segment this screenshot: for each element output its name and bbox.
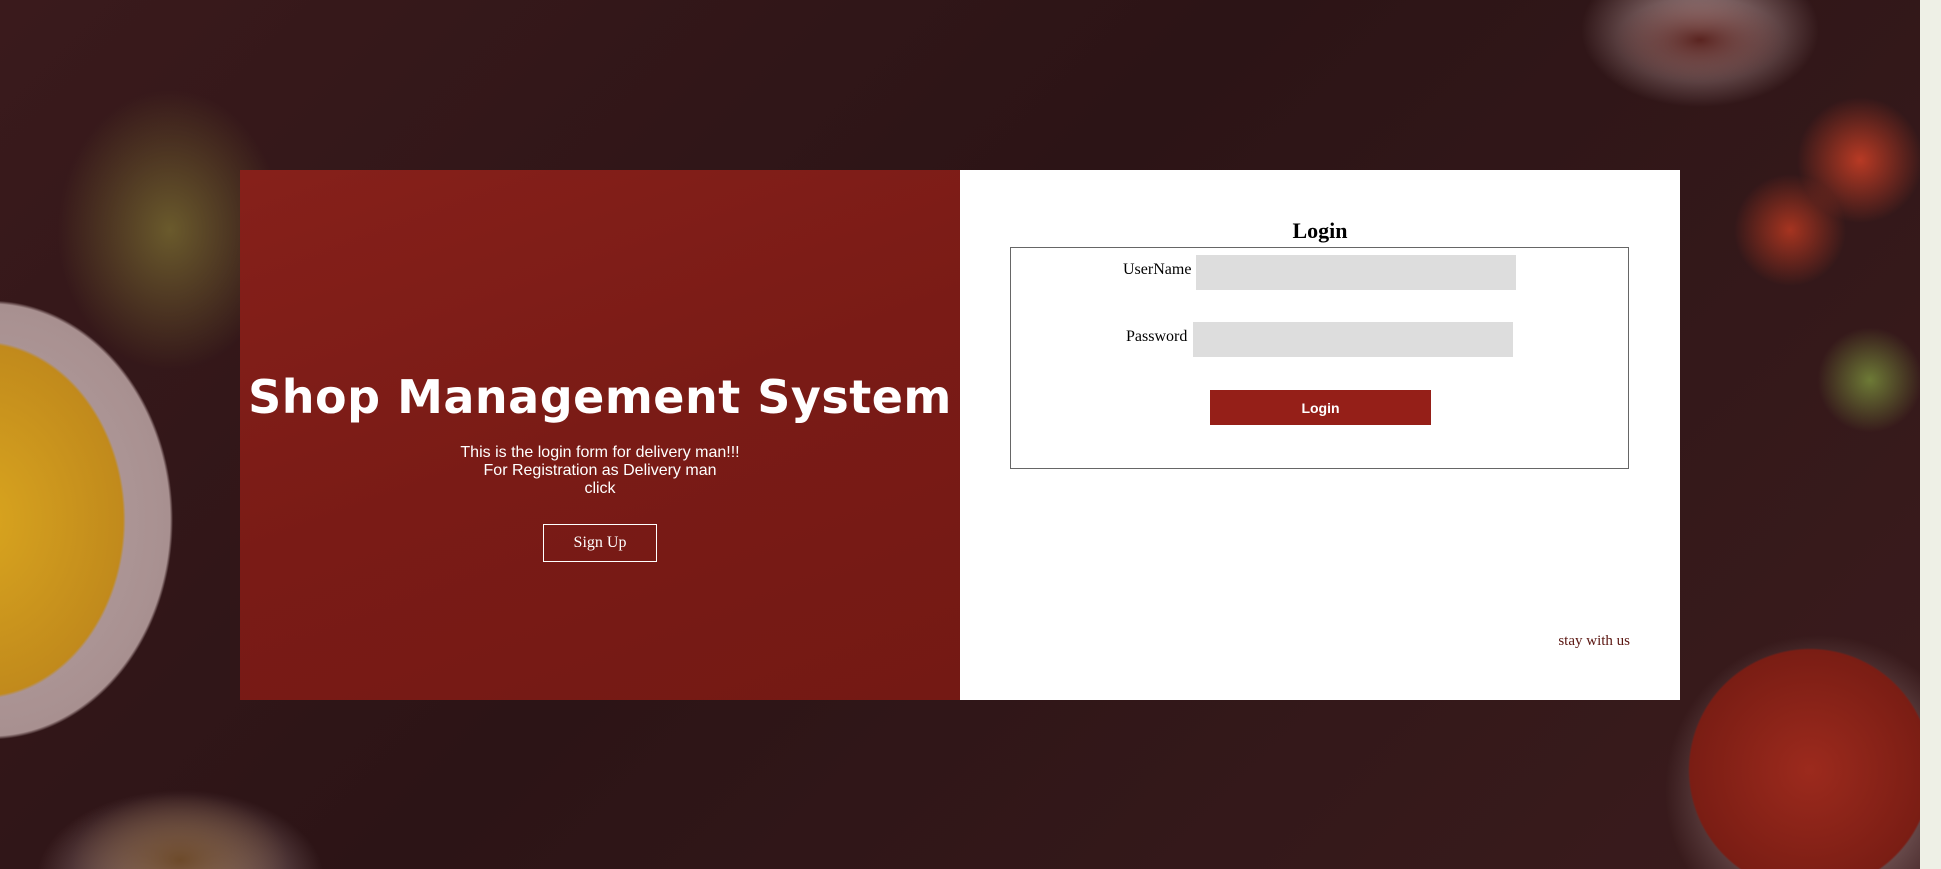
login-form: UserName Password Login xyxy=(1010,247,1629,469)
password-label: Password xyxy=(1126,328,1188,345)
login-panel: Login UserName Password Login stay with … xyxy=(960,170,1680,700)
page-edge xyxy=(1920,0,1941,869)
description-line: For Registration as Delivery man xyxy=(483,462,717,479)
description: This is the login form for delivery man!… xyxy=(240,444,960,498)
username-input[interactable] xyxy=(1196,255,1516,290)
signup-button[interactable]: Sign Up xyxy=(543,524,657,562)
brand-panel: Shop Management System This is the login… xyxy=(240,170,960,700)
username-label: UserName xyxy=(1123,261,1192,278)
login-heading: Login xyxy=(1292,218,1348,243)
password-input[interactable] xyxy=(1193,322,1513,357)
description-line: click xyxy=(584,480,616,497)
footer-note: stay with us xyxy=(1558,633,1630,649)
login-button[interactable]: Login xyxy=(1210,390,1431,425)
app-title: Shop Management System xyxy=(248,370,952,424)
description-line: This is the login form for delivery man!… xyxy=(460,444,740,461)
